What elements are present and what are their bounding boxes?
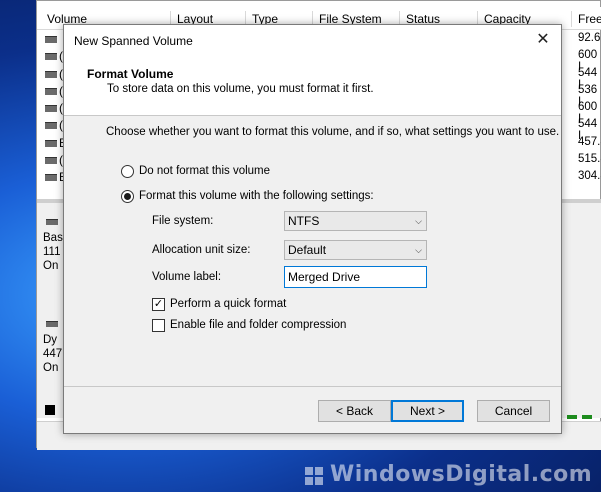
watermark-logo-icon	[305, 467, 323, 485]
footer-divider	[64, 386, 561, 387]
legend-bar	[582, 415, 592, 419]
legend-swatch	[45, 405, 55, 415]
drive-icon	[45, 157, 57, 165]
cancel-button[interactable]: Cancel	[477, 400, 550, 422]
wizard-header: Format Volume To store data on this volu…	[64, 55, 561, 116]
compression-checkbox[interactable]	[152, 319, 165, 332]
drive-icon	[45, 105, 57, 113]
drive-icon	[45, 174, 57, 182]
radio-do-not-format-label[interactable]: Do not format this volume	[139, 165, 270, 177]
chevron-down-icon: ⌵	[415, 245, 422, 255]
dialog-title: New Spanned Volume	[74, 34, 193, 48]
disk-icon	[46, 219, 58, 225]
compression-label[interactable]: Enable file and folder compression	[170, 319, 346, 331]
wizard-step-title: Format Volume	[87, 67, 174, 81]
legend-bar	[567, 415, 577, 419]
chevron-down-icon: ⌵	[415, 216, 422, 226]
drive-icon	[45, 53, 57, 61]
wizard-step-subtitle: To store data on this volume, you must f…	[107, 83, 374, 95]
next-button[interactable]: Next >	[391, 400, 464, 422]
title-bar[interactable]: New Spanned Volume ✕	[64, 25, 561, 55]
volume-label-input[interactable]: Merged Drive	[284, 266, 427, 288]
file-system-select[interactable]: NTFS ⌵	[284, 211, 427, 231]
allocation-unit-size-select[interactable]: Default ⌵	[284, 240, 427, 260]
radio-do-not-format[interactable]	[121, 165, 134, 178]
close-icon[interactable]: ✕	[531, 29, 555, 51]
column-free[interactable]: Free	[571, 11, 601, 27]
drive-icon	[45, 36, 57, 43]
allocation-unit-size-label: Allocation unit size:	[152, 244, 251, 256]
radio-format-label[interactable]: Format this volume with the following se…	[139, 190, 374, 202]
instruction-text: Choose whether you want to format this v…	[106, 126, 560, 138]
watermark-text: WindowsDigital.com	[330, 462, 593, 487]
new-spanned-volume-dialog: New Spanned Volume ✕ Format Volume To st…	[63, 24, 562, 434]
quick-format-label[interactable]: Perform a quick format	[170, 298, 286, 310]
disk-icon	[46, 321, 58, 327]
back-button[interactable]: < Back	[318, 400, 391, 422]
drive-icon	[45, 87, 57, 95]
drive-icon	[45, 70, 57, 78]
drive-icon	[45, 139, 57, 147]
volume-label-label: Volume label:	[152, 271, 222, 283]
file-system-label: File system:	[152, 215, 214, 227]
drive-icon	[45, 122, 57, 130]
radio-format[interactable]	[121, 190, 134, 203]
quick-format-checkbox[interactable]: ✓	[152, 298, 165, 311]
